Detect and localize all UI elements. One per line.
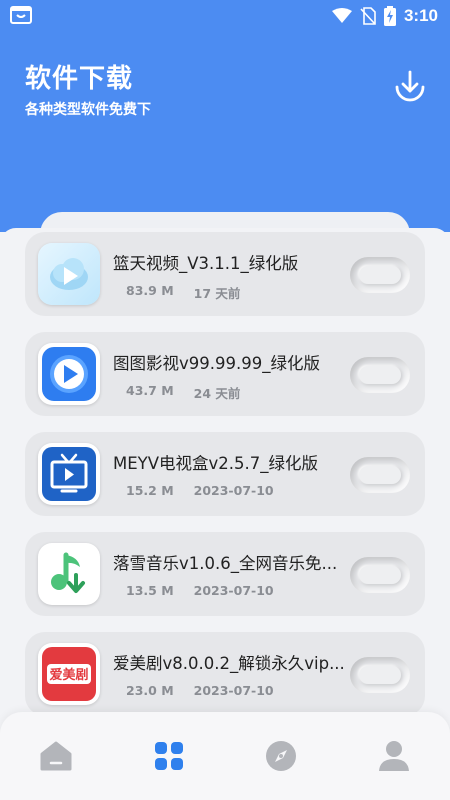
download-toggle[interactable]	[350, 557, 410, 593]
home-icon	[40, 741, 72, 771]
app-meta: 43.7 M 24 天前	[126, 383, 240, 402]
app-size: 15.2 M	[126, 483, 174, 498]
profile-icon	[379, 741, 409, 771]
nav-profile[interactable]	[376, 738, 412, 774]
app-date: 17 天前	[193, 286, 241, 301]
app-card[interactable]: MEYV电视盒v2.5.7_绿化版 15.2 M 2023-07-10	[25, 432, 425, 516]
no-sim-icon	[360, 7, 376, 25]
app-name: 篮天视频_V3.1.1_绿化版	[113, 254, 299, 273]
app-size: 43.7 M	[126, 383, 174, 398]
logo-text: 爱美剧	[49, 667, 88, 683]
app-name: 爱美剧v8.0.0.2_解锁永久vip...	[113, 654, 345, 673]
nav-home[interactable]	[38, 738, 74, 774]
status-bar: 3:10	[0, 0, 450, 32]
download-toggle[interactable]	[350, 357, 410, 393]
app-date: 2023-07-10	[193, 683, 274, 698]
page-title: 软件下载	[25, 64, 134, 94]
app-meta: 15.2 M 2023-07-10	[126, 483, 274, 498]
download-toggle[interactable]	[350, 657, 410, 693]
apps-grid-icon	[155, 742, 183, 770]
aimeiju-logo-icon: 爱美剧	[38, 643, 100, 705]
app-card[interactable]: 篮天视频_V3.1.1_绿化版 83.9 M 17 天前	[25, 232, 425, 316]
toggle-knob	[359, 266, 401, 284]
blue-cloud-play-icon	[38, 243, 100, 305]
app-name: MEYV电视盒v2.5.7_绿化版	[113, 454, 319, 473]
wifi-icon	[331, 8, 352, 23]
download-toggle[interactable]	[350, 457, 410, 493]
download-icon[interactable]	[392, 68, 428, 104]
app-meta: 23.0 M 2023-07-10	[126, 683, 274, 698]
app-list: 篮天视频_V3.1.1_绿化版 83.9 M 17 天前 图图影视v99.99.…	[25, 232, 425, 732]
app-meta: 83.9 M 17 天前	[126, 283, 240, 302]
app-meta: 13.5 M 2023-07-10	[126, 583, 274, 598]
app-date: 2023-07-10	[193, 483, 274, 498]
toggle-knob	[359, 466, 401, 484]
toggle-knob	[359, 566, 401, 584]
tv-play-icon	[38, 443, 100, 505]
app-size: 23.0 M	[126, 683, 174, 698]
status-icons: 3:10	[331, 5, 438, 27]
app-card[interactable]: 爱美剧 爱美剧v8.0.0.2_解锁永久vip... 23.0 M 2023-0…	[25, 632, 425, 716]
toggle-knob	[359, 366, 401, 384]
blue-play-icon	[38, 343, 100, 405]
page-subtitle: 各种类型软件免费下	[25, 102, 151, 118]
nav-discover[interactable]	[263, 738, 299, 774]
app-name: 图图影视v99.99.99_绿化版	[113, 354, 320, 373]
bottom-nav	[0, 712, 450, 800]
app-card[interactable]: 图图影视v99.99.99_绿化版 43.7 M 24 天前	[25, 332, 425, 416]
toggle-knob	[359, 666, 401, 684]
compass-icon	[266, 741, 296, 771]
app-date: 2023-07-10	[193, 583, 274, 598]
app-card[interactable]: 落雪音乐v1.0.6_全网音乐免... 13.5 M 2023-07-10	[25, 532, 425, 616]
app-size: 83.9 M	[126, 283, 174, 298]
app-notification-icon	[10, 6, 32, 24]
download-toggle[interactable]	[350, 257, 410, 293]
app-date: 24 天前	[193, 386, 241, 401]
header-banner: 3:10 软件下载 各种类型软件免费下	[0, 0, 450, 232]
music-note-download-icon	[38, 543, 100, 605]
app-name: 落雪音乐v1.0.6_全网音乐免...	[113, 554, 338, 573]
nav-apps[interactable]	[151, 738, 187, 774]
battery-charging-icon	[383, 6, 396, 26]
app-size: 13.5 M	[126, 583, 174, 598]
clock: 3:10	[403, 6, 438, 25]
